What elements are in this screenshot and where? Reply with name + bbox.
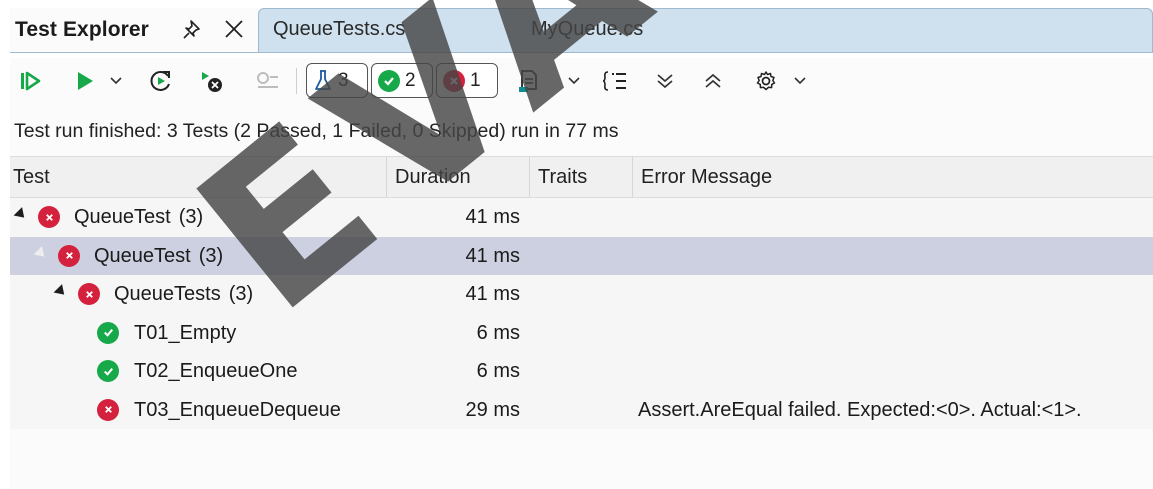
test-duration: 6 ms (476, 321, 520, 344)
tab-strip: Test Explorer QueueTests.cs MyQueue.cs (10, 8, 1153, 52)
cancel-icon (202, 72, 222, 92)
playlist-dropdown[interactable] (564, 58, 584, 104)
summary-bar: Test run finished: 3 Tests (2 Passed, 1 … (10, 104, 1153, 156)
test-name: T02_EnqueueOne (134, 360, 298, 382)
test-duration: 29 ms (465, 398, 520, 421)
failed-icon (58, 244, 80, 267)
passed-icon (97, 321, 119, 344)
group-icon (257, 72, 278, 88)
settings-dropdown[interactable] (790, 58, 810, 104)
tab-test-explorer[interactable]: Test Explorer (10, 8, 258, 52)
tab-queuetests[interactable]: QueueTests.cs (273, 18, 405, 41)
column-header-duration[interactable]: Duration (386, 157, 529, 197)
document-tab-well: QueueTests.cs MyQueue.cs (258, 8, 1153, 52)
total-count: 3 (338, 69, 349, 91)
error-message: Assert.AreEqual failed. Expected:<0>. Ac… (638, 398, 1082, 421)
test-duration: 41 ms (465, 283, 520, 305)
run-all-button[interactable] (14, 58, 46, 104)
chevron-down-icon (794, 77, 806, 85)
tree-row[interactable]: T01_Empty 6 ms (10, 313, 1153, 352)
expand-arrow-icon[interactable] (33, 245, 49, 261)
tab-myqueue[interactable]: MyQueue.cs (531, 18, 643, 41)
run-all-icon (21, 71, 41, 91)
test-duration: 41 ms (465, 244, 520, 267)
run-button[interactable] (66, 58, 102, 104)
playlist-icon (519, 70, 537, 92)
check-icon (378, 69, 400, 92)
tab-title: Test Explorer (15, 18, 149, 41)
expand-arrow-icon[interactable] (53, 284, 69, 299)
hierarchy-icon (602, 71, 626, 91)
passed-icon (97, 360, 119, 382)
summary-text: Test run finished: 3 Tests (2 Passed, 1 … (14, 120, 619, 142)
group-button[interactable] (250, 58, 284, 104)
tree-row[interactable]: QueueTest (3) 41 ms (10, 198, 1153, 237)
chevron-down-icon (110, 77, 122, 85)
passed-tests-filter-button[interactable]: 2 (371, 63, 433, 98)
failed-tests-filter-button[interactable]: 1 (436, 63, 498, 98)
tab-divider (10, 52, 1153, 53)
total-tests-filter-button[interactable]: 3 (306, 63, 368, 98)
toolbar: 3 2 1 (10, 58, 1153, 104)
test-name: QueueTest (3) (74, 206, 204, 228)
collapse-all-button[interactable] (698, 58, 728, 104)
test-name: T03_EnqueueDequeue (134, 398, 341, 421)
group-by-button[interactable] (598, 58, 634, 104)
playlist-button[interactable] (512, 58, 546, 104)
test-duration: 41 ms (465, 206, 520, 228)
test-duration: 6 ms (476, 360, 520, 382)
cancel-button[interactable] (194, 58, 228, 104)
settings-icon (756, 71, 776, 91)
tree-row[interactable]: QueueTests (3) 41 ms (10, 275, 1153, 314)
test-name: QueueTests (3) (114, 283, 254, 305)
failed-icon (97, 398, 119, 421)
column-header-error-message[interactable]: Error Message (632, 157, 1153, 197)
rerun-failed-button[interactable] (144, 58, 178, 104)
failed-icon (78, 283, 100, 305)
collapse-all-icon (705, 73, 721, 88)
tree-row[interactable]: T02_EnqueueOne 6 ms (10, 352, 1153, 391)
toolbar-separator (296, 68, 297, 94)
test-name: QueueTest (3) (94, 244, 224, 267)
expand-all-button[interactable] (650, 58, 680, 104)
column-header-test[interactable]: Test (10, 157, 386, 197)
error-icon (443, 69, 465, 92)
test-name: T01_Empty (134, 321, 237, 344)
failed-icon (38, 206, 60, 228)
tree-row-selected[interactable]: QueueTest (3) 41 ms (10, 236, 1153, 275)
flask-icon (315, 69, 331, 90)
failed-count: 1 (470, 69, 481, 91)
close-icon[interactable] (222, 17, 246, 41)
tree-row[interactable]: T03_EnqueueDequeue 29 ms Assert.AreEqual… (10, 390, 1153, 429)
grid-empty-area (10, 429, 1153, 489)
test-tree-grid: Test Duration Traits Error Message Queue… (10, 156, 1153, 489)
settings-button[interactable] (750, 58, 782, 104)
pin-icon[interactable] (182, 18, 204, 42)
chevron-down-icon (568, 77, 580, 85)
passed-count: 2 (405, 69, 416, 91)
expand-all-icon (657, 74, 673, 89)
rerun-failed-icon (150, 71, 170, 91)
grid-header: Test Duration Traits Error Message (10, 156, 1153, 198)
expand-arrow-icon[interactable] (13, 207, 29, 222)
column-header-traits[interactable]: Traits (529, 157, 632, 197)
run-icon (78, 72, 93, 90)
run-dropdown[interactable] (106, 58, 126, 104)
